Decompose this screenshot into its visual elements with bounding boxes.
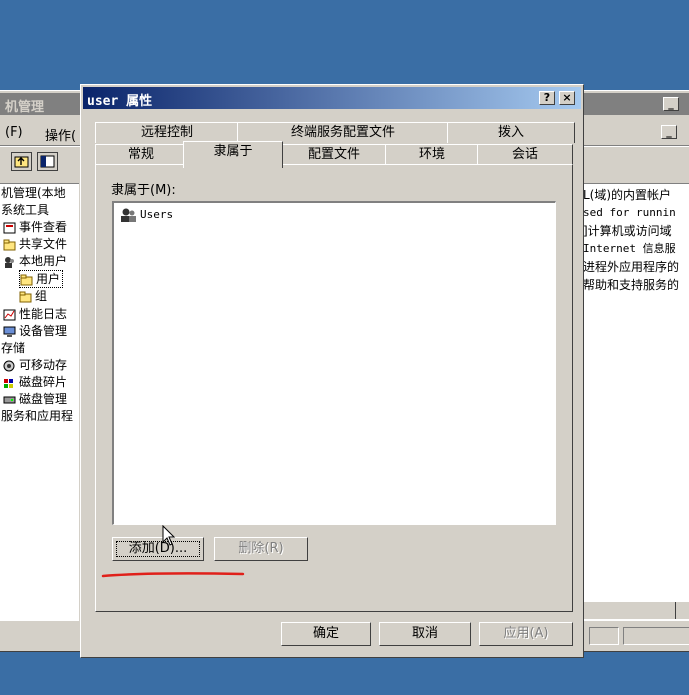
perf-icon (3, 309, 16, 321)
tab-remote-control[interactable]: 远程控制 (95, 122, 239, 143)
show-hide-tree-icon[interactable] (37, 152, 58, 171)
horizontal-scrollbar[interactable] (583, 601, 689, 619)
removable-icon (3, 360, 16, 372)
tree-item-services-applications[interactable]: 服务和应用程 (1, 408, 73, 424)
menu-file[interactable]: (F) (5, 125, 23, 140)
tree-item-groups[interactable]: 组 (19, 288, 47, 304)
tree-item-device-manager[interactable]: 设备管理 (3, 323, 67, 339)
tab-row-back: 远程控制 终端服务配置文件 拨入 (95, 122, 575, 143)
tree-item-computer-management[interactable]: 机管理(本地 (1, 185, 66, 201)
tab-environment[interactable]: 环境 (385, 144, 479, 165)
tab-row-front: 常规 隶属于 配置文件 环境 会话 (93, 141, 575, 168)
event-viewer-icon (3, 222, 16, 234)
tree-pane: 机管理(本地 系统工具 事件查看 共享文件 本地用户 用户 组 性能日志 设备管… (0, 183, 79, 621)
mouse-cursor-icon (162, 525, 176, 546)
add-button[interactable]: 添加(D)... (112, 537, 204, 561)
tab-terminal-services-profile[interactable]: 终端服务配置文件 (237, 122, 449, 143)
description-column: L(域)的内置帐户 sed for runnin ]计算机或访问域 Intern… (583, 186, 689, 294)
close-button[interactable]: × (559, 91, 575, 105)
tree-item-storage[interactable]: 存储 (1, 340, 25, 356)
dialog-titlebar: user 属性 ? × (83, 87, 581, 109)
tree-item-local-users-groups[interactable]: 本地用户 (3, 253, 67, 269)
tab-general[interactable]: 常规 (95, 144, 187, 165)
remove-button[interactable]: 删除(R) (214, 537, 308, 561)
menu-action[interactable]: 操作( (45, 125, 76, 144)
tab-profile[interactable]: 配置文件 (281, 144, 387, 165)
member-of-label: 隶属于(M): (111, 183, 176, 198)
minimize-button[interactable]: _ (663, 97, 679, 111)
ok-button[interactable]: 确定 (281, 622, 371, 646)
tree-item-performance-logs[interactable]: 性能日志 (3, 306, 67, 322)
tree-item-removable-storage[interactable]: 可移动存 (3, 357, 67, 373)
detail-pane: L(域)的内置帐户 sed for runnin ]计算机或访问域 Intern… (583, 183, 689, 621)
dialog-title: user 属性 (87, 94, 153, 109)
group-list[interactable]: Users (112, 201, 556, 525)
tab-member-of[interactable]: 隶属于 (183, 141, 283, 168)
user-properties-dialog: user 属性 ? × 远程控制 终端服务配置文件 拨入 常规 隶属于 配置文件… (80, 84, 584, 658)
tree-item-users[interactable]: 用户 (19, 270, 64, 288)
apply-button[interactable]: 应用(A) (479, 622, 573, 646)
folder-icon (19, 291, 32, 303)
description-cell: sed for runnin (583, 206, 676, 219)
device-icon (3, 326, 16, 338)
folder-icon (20, 274, 33, 286)
list-item[interactable]: Users (119, 206, 173, 222)
tree-item-event-viewer[interactable]: 事件查看 (3, 219, 67, 235)
tree-item-shared-folders[interactable]: 共享文件 (3, 236, 67, 252)
cancel-button[interactable]: 取消 (379, 622, 471, 646)
shared-folder-icon (3, 239, 16, 251)
tree-item-disk-defragmenter[interactable]: 磁盘碎片 (3, 374, 67, 390)
red-underline-annotation (101, 572, 245, 578)
up-level-icon[interactable] (11, 152, 32, 171)
tree-item-system-tools[interactable]: 系统工具 (1, 202, 49, 218)
tab-page: 隶属于(M): Users 添加(D)... 删除(R) (95, 164, 573, 612)
mmc-title: 机管理 (5, 100, 45, 115)
child-minimize-button[interactable]: _ (661, 125, 677, 139)
disk-icon (3, 394, 16, 406)
tab-dial-in[interactable]: 拨入 (447, 122, 575, 143)
group-name: Users (140, 208, 174, 221)
users-icon (3, 256, 16, 268)
description-cell: L(域)的内置帐户 (583, 188, 672, 202)
description-cell: ]计算机或访问域 (583, 224, 672, 238)
description-cell: 进程外应用程序的 (583, 260, 680, 274)
description-cell: Internet 信息服 (583, 242, 676, 255)
tree-item-disk-management[interactable]: 磁盘管理 (3, 391, 67, 407)
description-cell: 帮助和支持服务的 (583, 278, 680, 292)
defrag-icon (3, 377, 16, 389)
group-icon (119, 207, 137, 223)
tab-sessions[interactable]: 会话 (477, 144, 573, 165)
help-button[interactable]: ? (539, 91, 555, 105)
